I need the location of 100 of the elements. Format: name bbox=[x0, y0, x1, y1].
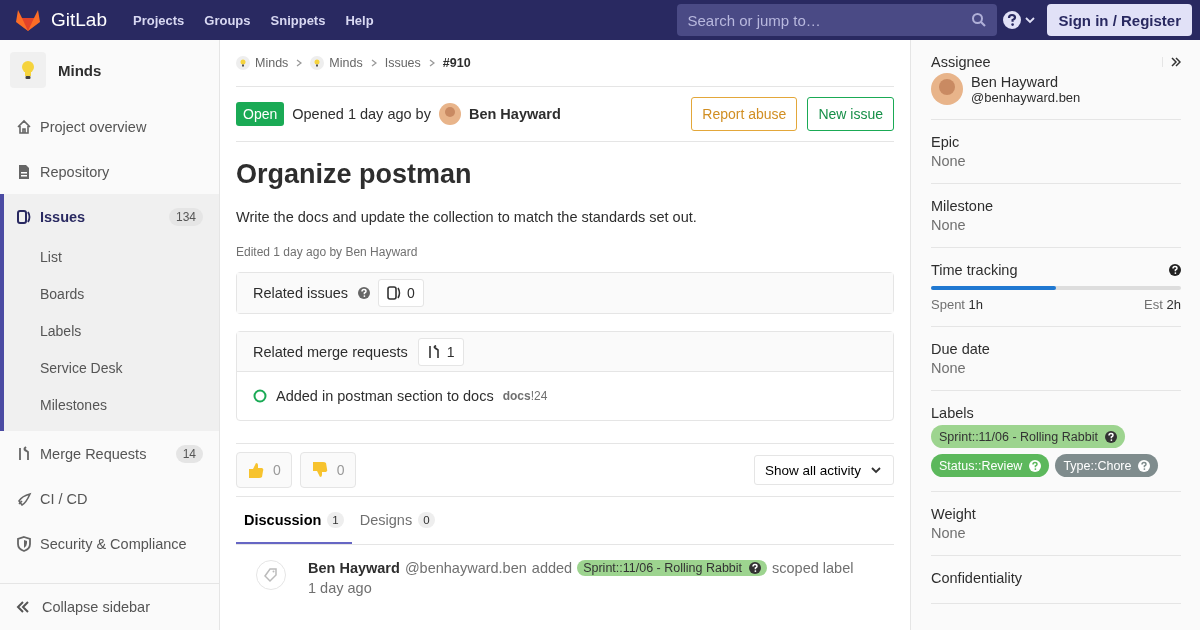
section-title: Labels bbox=[931, 405, 974, 421]
field-value: None bbox=[931, 153, 967, 169]
chevron-right-icon bbox=[428, 59, 435, 67]
section-title: Epic bbox=[931, 134, 960, 150]
author-link[interactable]: Ben Hayward bbox=[468, 106, 561, 122]
time-spent: Spent 1h bbox=[931, 297, 984, 312]
submenu-item[interactable]: Boards bbox=[4, 276, 219, 313]
help-icon bbox=[1029, 459, 1042, 472]
logo-text[interactable]: GitLab bbox=[51, 9, 107, 31]
search-field[interactable]: Search or jump to… bbox=[677, 4, 998, 36]
sidebar-item[interactable]: Project overview bbox=[0, 104, 219, 149]
breadcrumb-link[interactable]: #910 bbox=[442, 56, 471, 70]
collapse-sidebar-button[interactable]: Collapse sidebar bbox=[0, 583, 219, 630]
project-name[interactable]: Minds bbox=[58, 61, 102, 79]
tab[interactable]: Designs 0 bbox=[351, 497, 443, 544]
user-handle: @benhayward.ben bbox=[404, 560, 527, 576]
merge-icon bbox=[16, 445, 32, 462]
tab[interactable]: Discussion 1 bbox=[236, 497, 352, 544]
author-link[interactable]: Ben Hayward bbox=[308, 560, 400, 576]
label-tag[interactable]: Sprint::11/06 - Rolling Rabbit bbox=[577, 560, 768, 576]
section-title: Due date bbox=[931, 341, 990, 357]
chevron-right-icon bbox=[370, 59, 377, 67]
nav-link[interactable]: Help bbox=[343, 8, 376, 32]
count-badge: 14 bbox=[175, 444, 203, 463]
fox-logo-icon bbox=[15, 8, 41, 32]
help-icon bbox=[1169, 264, 1181, 276]
submenu-item[interactable]: Labels bbox=[4, 313, 219, 350]
submenu-item[interactable]: List bbox=[4, 239, 219, 276]
count-badge: 0 bbox=[418, 511, 435, 528]
breadcrumb-link[interactable]: Minds bbox=[310, 56, 363, 70]
lightbulb-icon bbox=[310, 56, 325, 70]
chevron-right-icon bbox=[296, 59, 303, 67]
breadcrumb-link[interactable]: Issues bbox=[384, 56, 421, 70]
help-icon bbox=[1138, 459, 1151, 472]
sidebar-item[interactable]: Merge Requests 14 bbox=[0, 431, 219, 476]
avatar-icon bbox=[438, 103, 461, 125]
sidebar-item[interactable]: Security & Compliance bbox=[0, 521, 219, 566]
thumbs-up-icon bbox=[247, 461, 265, 479]
issues-icon bbox=[387, 286, 402, 300]
note-text: added bbox=[531, 560, 573, 576]
help-icon bbox=[1003, 11, 1022, 29]
nav-link[interactable]: Snippets bbox=[268, 8, 328, 32]
issues-icon bbox=[16, 208, 32, 225]
note-text: scoped label bbox=[772, 560, 854, 576]
section-title: Time tracking bbox=[931, 262, 1018, 278]
opened-text: Opened 1 day ago by bbox=[292, 106, 431, 122]
card-title: Related issues bbox=[253, 285, 349, 301]
lightbulb-icon bbox=[236, 56, 250, 70]
rocket-icon bbox=[16, 490, 32, 507]
edited-note: Edited 1 day ago by Ben Hayward bbox=[236, 245, 419, 259]
tag-icon bbox=[256, 560, 286, 590]
new-issue-button[interactable]: New issue bbox=[807, 97, 894, 131]
sign-in-button[interactable]: Sign in / Register bbox=[1047, 4, 1192, 36]
merge-icon bbox=[426, 344, 441, 359]
avatar-icon bbox=[931, 73, 963, 105]
section-title: Milestone bbox=[931, 198, 994, 214]
merge-request-link[interactable]: Added in postman section to docs bbox=[276, 388, 494, 404]
thumbs-down-icon bbox=[310, 461, 329, 479]
activity-filter-dropdown[interactable]: Show all activity bbox=[753, 455, 894, 485]
field-value: None bbox=[931, 217, 967, 233]
merge-request-count-badge: 1 bbox=[417, 337, 464, 366]
section-title: Confidentiality bbox=[931, 570, 1023, 586]
count-badge: 1 bbox=[327, 511, 344, 528]
timestamp: 1 day ago bbox=[308, 580, 373, 596]
time-estimate: Est 2h bbox=[1144, 297, 1181, 312]
double-chevron-right-icon bbox=[1171, 57, 1181, 67]
section-title: Weight bbox=[931, 506, 976, 522]
status-badge: Open bbox=[236, 102, 285, 126]
open-status-icon bbox=[253, 389, 267, 403]
section-title: Assignee bbox=[931, 54, 991, 70]
help-icon bbox=[749, 562, 762, 574]
submenu-item[interactable]: Service Desk bbox=[4, 350, 219, 387]
sidebar-item[interactable]: Repository bbox=[0, 149, 219, 194]
label-tag[interactable]: Sprint::11/06 - Rolling Rabbit bbox=[931, 425, 1125, 448]
lightbulb-icon bbox=[10, 52, 46, 88]
assignee-name[interactable]: Ben Hayward bbox=[971, 73, 1081, 90]
nav-link[interactable]: Projects bbox=[131, 8, 187, 32]
issue-count-badge: 0 bbox=[378, 279, 424, 307]
submenu-item[interactable]: Milestones bbox=[4, 387, 219, 424]
card-title: Related merge requests bbox=[253, 343, 408, 360]
count-badge: 134 bbox=[168, 207, 203, 226]
issue-title: Organize postman bbox=[236, 159, 473, 190]
field-value: None bbox=[931, 525, 967, 541]
field-value: None bbox=[931, 360, 967, 376]
document-icon bbox=[16, 163, 32, 180]
merge-request-reference: docs!24 bbox=[502, 389, 548, 403]
home-icon bbox=[16, 118, 32, 135]
help-dropdown[interactable] bbox=[1003, 11, 1036, 29]
nav-link[interactable]: Groups bbox=[202, 8, 253, 32]
user-handle: @benhayward.ben bbox=[971, 89, 1081, 105]
help-icon bbox=[358, 287, 371, 299]
sidebar-item[interactable]: Issues 134 bbox=[4, 194, 219, 239]
help-icon bbox=[1104, 430, 1117, 443]
breadcrumb-link[interactable]: Minds bbox=[236, 56, 289, 70]
chevron-down-icon bbox=[871, 466, 881, 474]
shield-icon bbox=[16, 535, 32, 552]
chevron-down-icon bbox=[1025, 16, 1036, 24]
double-chevron-left-icon bbox=[16, 601, 30, 613]
issue-description: Write the docs and update the collection to match the standards set out. bbox=[236, 209, 698, 225]
sidebar-item[interactable]: CI / CD bbox=[0, 476, 219, 521]
